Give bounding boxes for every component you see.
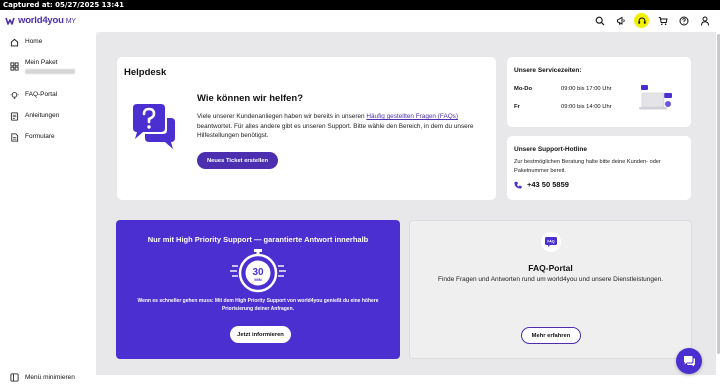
sidebar-item-label: FAQ-Portal <box>25 91 58 98</box>
logo-icon <box>5 17 15 25</box>
chat-button[interactable] <box>676 348 702 374</box>
helpdesk-heading: Wie können wir helfen? <box>197 93 304 104</box>
package-number-redacted <box>25 69 75 74</box>
collapse-icon <box>10 373 19 382</box>
guide-icon <box>10 112 19 121</box>
support-icon[interactable] <box>634 13 649 28</box>
phone-icon <box>514 181 522 189</box>
faq-portal-card: FAQ FAQ-Portal Finde Fragen und Antworte… <box>409 220 692 359</box>
hotline-title: Unsere Support-Hotline <box>514 146 587 153</box>
faq-badge: FAQ <box>541 232 561 252</box>
search-icon[interactable] <box>592 13 607 28</box>
package-icon <box>10 62 19 71</box>
hotline-number: +43 50 5859 <box>527 180 569 189</box>
support-hotline-card: Unsere Support-Hotline Zur bestmöglichen… <box>507 136 691 200</box>
priority-description: Wenn es schneller gehen muss: Mit dem Hi… <box>137 298 379 312</box>
faq-icon: FAQ <box>545 237 557 247</box>
sidebar-item-mein-paket[interactable]: Mein Paket <box>0 59 96 91</box>
helpdesk-card: Helpdesk Wie können wir helfen? Viele un… <box>117 57 496 200</box>
minimize-menu-button[interactable]: Menü minimieren <box>0 373 85 382</box>
laptop-chat-illustration <box>639 85 672 110</box>
help-icon[interactable] <box>676 13 691 28</box>
help-chat-illustration <box>133 104 175 149</box>
brand-logo[interactable]: world4you MY <box>5 15 76 26</box>
sidebar-item-anleitungen[interactable]: Anleitungen <box>0 112 96 133</box>
helpdesk-title: Helpdesk <box>124 67 167 78</box>
service-hours-title: Unsere Servicezeiten: <box>514 67 582 74</box>
service-time: 09:00 bis 17:00 Uhr <box>561 86 612 92</box>
top-bar: world4you MY <box>0 10 720 32</box>
footer-strip <box>96 375 716 387</box>
sidebar-item-home[interactable]: Home <box>0 38 96 59</box>
learn-more-button[interactable]: Mehr erfahren <box>521 327 581 344</box>
service-time: 09:00 bis 14:00 Uhr <box>561 104 612 110</box>
sidebar-item-label: Formulare <box>25 133 55 140</box>
faq-badge-text: FAQ <box>547 240 554 244</box>
priority-title: Nur mit High Priority Support — garantie… <box>147 235 369 244</box>
brand-suffix: MY <box>65 18 76 25</box>
new-ticket-button[interactable]: Neues Ticket erstellen <box>197 152 278 169</box>
sidebar-item-label: Mein Paket <box>25 59 58 66</box>
sidebar-item-label: Anleitungen <box>25 112 60 119</box>
service-day: Fr <box>514 104 520 110</box>
capture-timestamp: Captured at: 05/27/2025 13:41 <box>0 0 720 10</box>
sidebar-item-label: Home <box>25 38 43 45</box>
service-day: Mo-Do <box>514 86 533 92</box>
faq-text: Finde Fragen und Antworten rund um world… <box>437 276 664 283</box>
account-icon[interactable] <box>697 13 712 28</box>
stopwatch-icon: 30 MIN <box>230 249 286 293</box>
helpdesk-text: Viele unserer Kundenanliegen haben wir b… <box>197 113 474 139</box>
sidebar-item-faq-portal[interactable]: FAQ-Portal <box>0 91 96 112</box>
service-hours-card: Unsere Servicezeiten: Mo-Do 09:00 bis 17… <box>507 57 691 127</box>
megaphone-icon[interactable] <box>613 13 628 28</box>
form-icon <box>11 133 19 142</box>
hotline-phone[interactable]: +43 50 5859 <box>514 180 569 189</box>
sidebar-item-formulare[interactable]: Formulare <box>0 133 96 154</box>
faq-title: FAQ-Portal <box>528 263 573 273</box>
inform-now-button[interactable]: Jetzt informieren <box>230 326 291 343</box>
hotline-text: Zur bestmöglichen Beratung halte bitte d… <box>514 159 661 174</box>
high-priority-card: Nur mit High Priority Support — garantie… <box>116 220 400 359</box>
cart-icon[interactable] <box>655 13 670 28</box>
brand-name: world4you <box>18 15 64 26</box>
faq-link[interactable]: Häufig gestellten Fragen (FAQs) <box>366 113 458 120</box>
scrollbar-thumb[interactable] <box>716 34 720 354</box>
minimize-menu-label: Menü minimieren <box>25 374 75 381</box>
home-icon <box>10 38 19 47</box>
sidebar: Home Mein Paket FAQ-Portal Anleitungen F… <box>0 32 96 387</box>
lightbulb-icon <box>10 92 19 99</box>
chat-icon <box>683 356 695 367</box>
timer-unit: MIN <box>254 277 261 282</box>
